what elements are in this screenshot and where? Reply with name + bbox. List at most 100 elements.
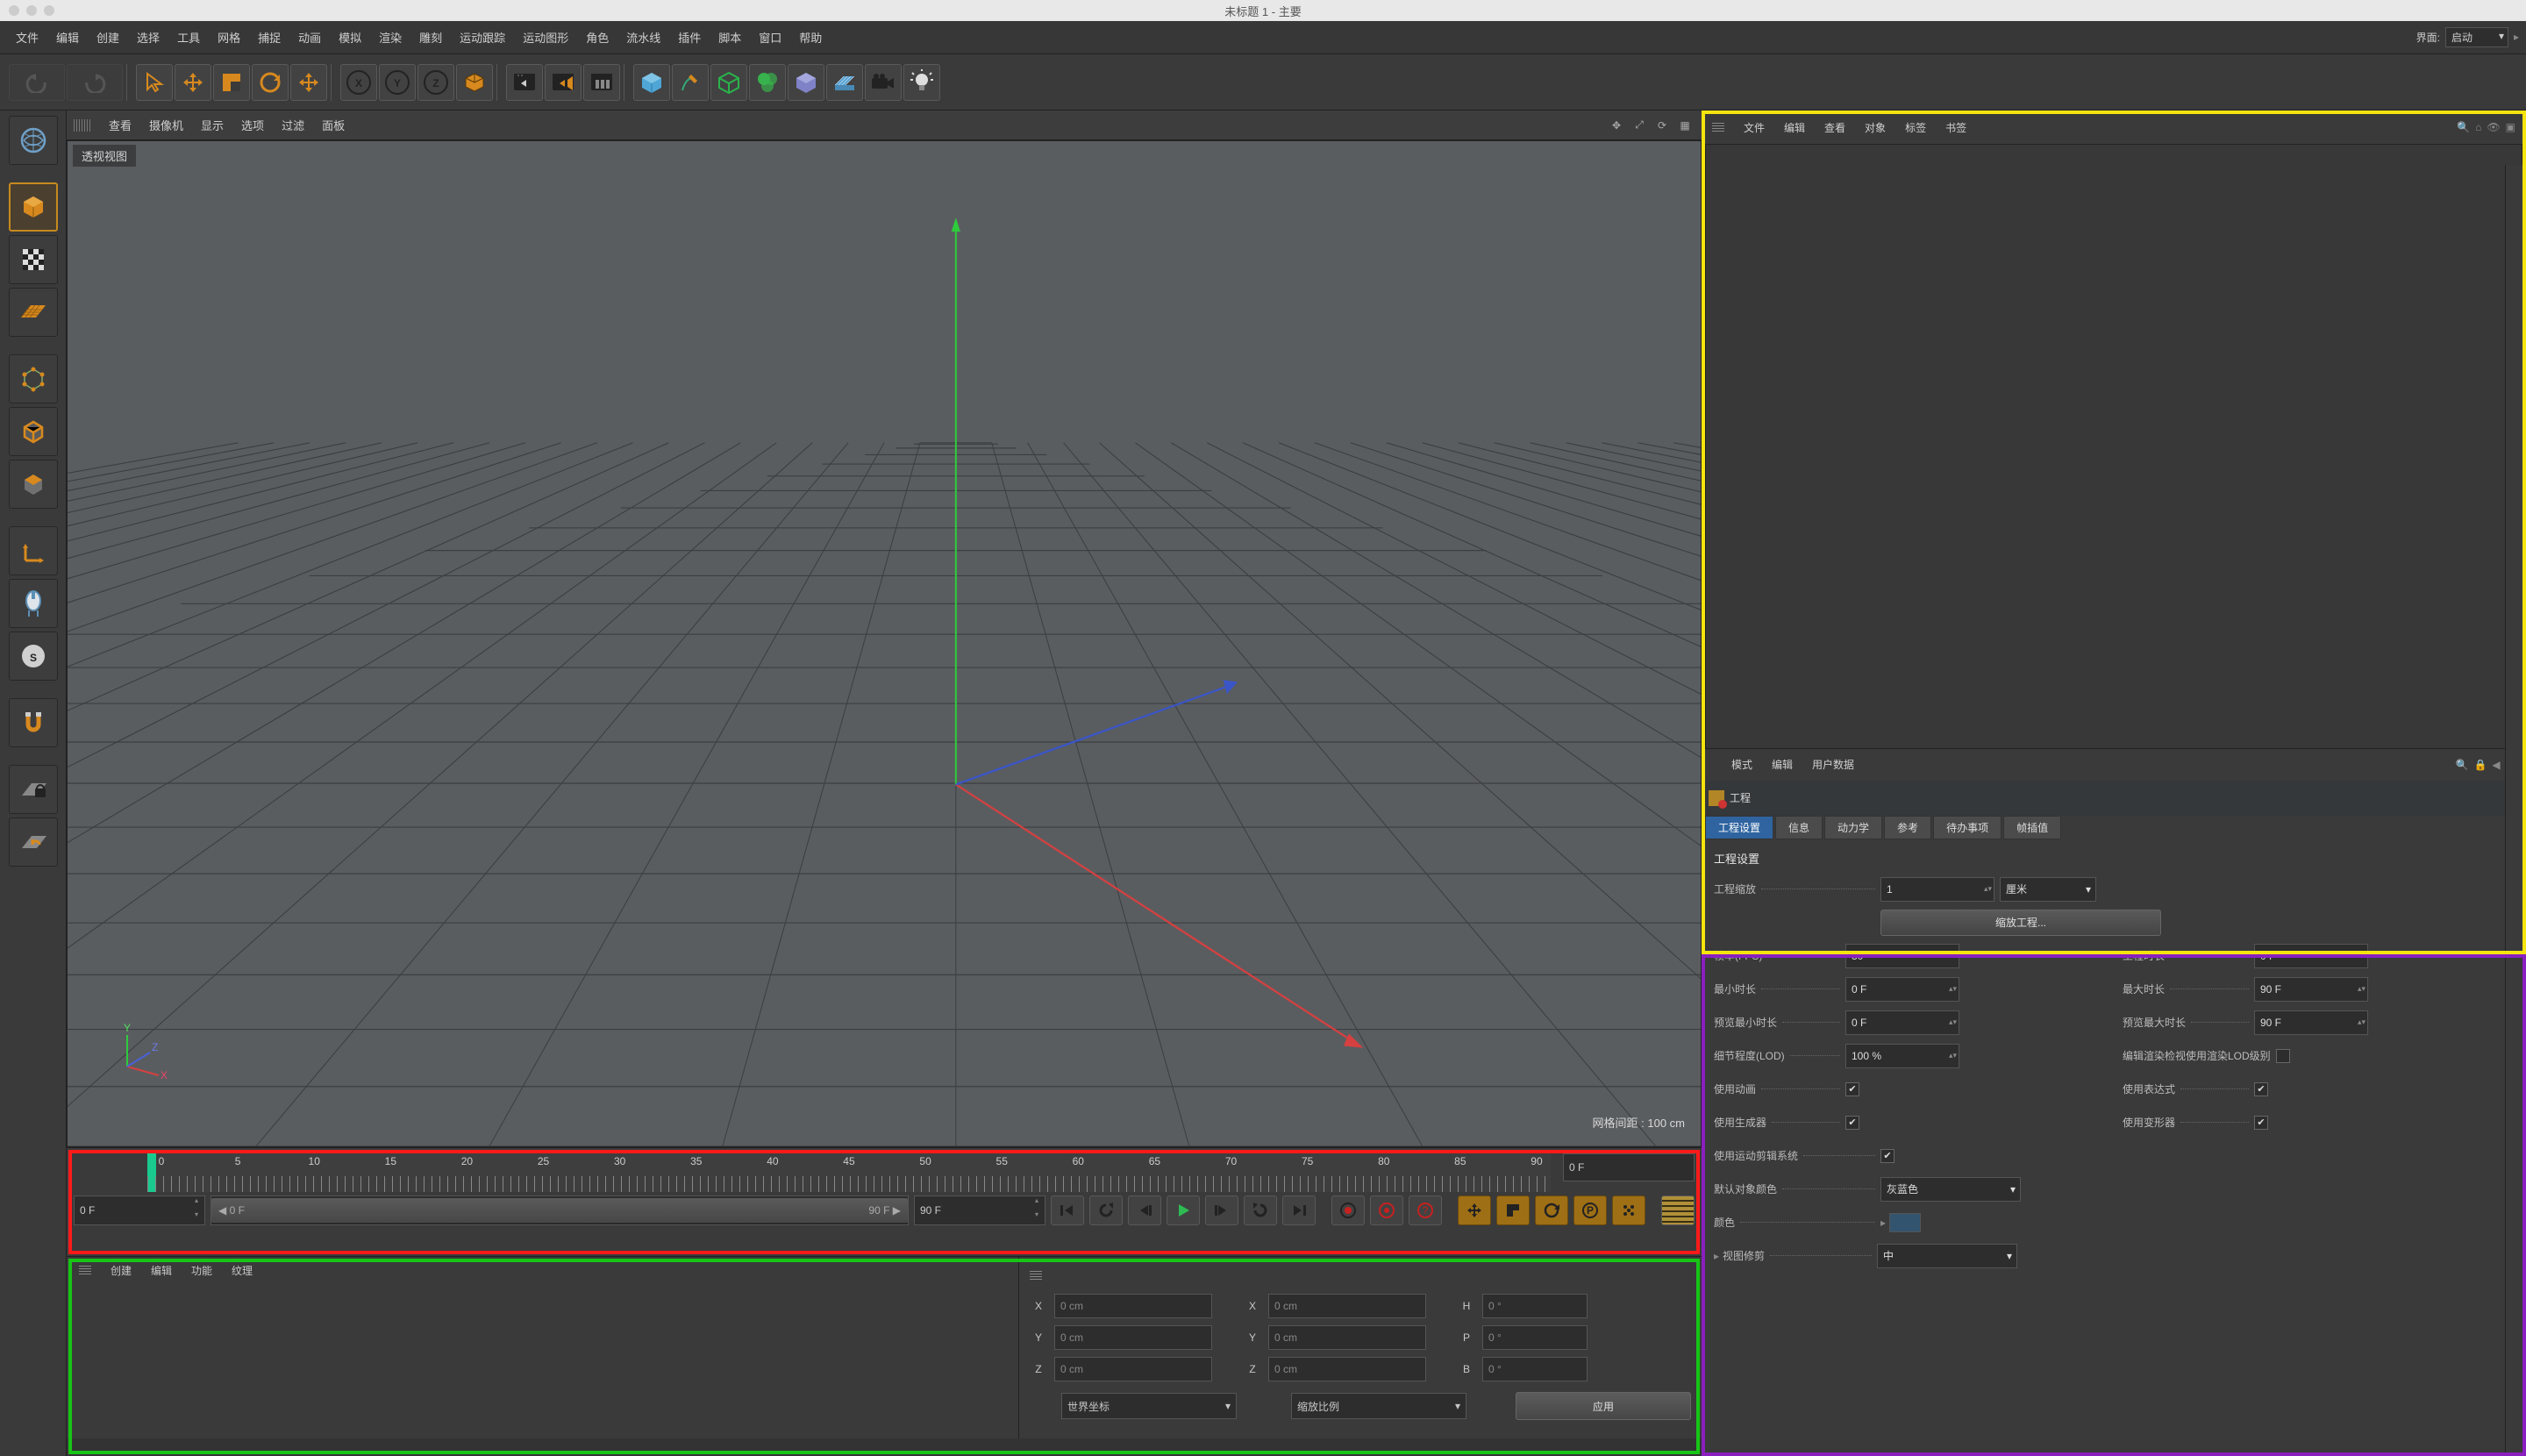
camera-menu[interactable] [865, 64, 902, 101]
back-icon[interactable]: ◀ [2492, 759, 2500, 771]
main-menu-item[interactable]: 文件 [7, 29, 47, 46]
model-mode-button[interactable] [9, 182, 58, 232]
tab-dynamics[interactable]: 动力学 [1824, 816, 1882, 839]
primitive-cube-menu[interactable] [633, 64, 670, 101]
mat-menu-create[interactable]: 创建 [111, 1263, 132, 1278]
key-rotation-button[interactable] [1535, 1195, 1568, 1225]
axis-z-toggle[interactable]: Z [417, 64, 454, 101]
polygon-mode-button[interactable] [9, 460, 58, 509]
om-menu-tags[interactable]: 标签 [1905, 120, 1926, 135]
point-mode-button[interactable] [9, 354, 58, 403]
search-icon[interactable]: 🔍 [2457, 121, 2470, 133]
render-lod-checkbox[interactable] [2276, 1049, 2290, 1063]
main-menu-item[interactable]: 帮助 [790, 29, 831, 46]
generator-menu[interactable] [710, 64, 747, 101]
axis-y-toggle[interactable]: Y [379, 64, 416, 101]
right-dock-strip[interactable] [2505, 165, 2526, 1456]
vp-menu-filter[interactable]: 过滤 [282, 117, 304, 133]
scale-tool[interactable] [213, 64, 250, 101]
main-menu-item[interactable]: 角色 [577, 29, 617, 46]
main-menu-item[interactable]: 选择 [128, 29, 168, 46]
main-menu-item[interactable]: 工具 [168, 29, 209, 46]
om-menu-bookmarks[interactable]: 书签 [1945, 120, 1966, 135]
current-frame-display[interactable]: 0 F [1563, 1153, 1695, 1181]
axis-mode-button[interactable] [9, 526, 58, 575]
main-menu-item[interactable]: 流水线 [617, 29, 669, 46]
fps-input[interactable]: 30▴▾ [1845, 944, 1959, 968]
main-menu-item[interactable]: 创建 [88, 29, 128, 46]
vp-menu-view[interactable]: 查看 [109, 117, 132, 133]
am-menu-edit[interactable]: 编辑 [1772, 757, 1793, 772]
size-y-input[interactable]: 0 cm [1268, 1325, 1426, 1350]
prev-frame-button[interactable] [1128, 1195, 1161, 1225]
color-swatch[interactable] [1889, 1213, 1921, 1232]
main-menu-item[interactable]: 动画 [289, 29, 330, 46]
coord-scale-mode-select[interactable]: 缩放比例 [1291, 1393, 1466, 1419]
floor-plane-menu[interactable] [826, 64, 863, 101]
workplane-snap-button[interactable] [9, 817, 58, 867]
deformer-menu[interactable] [749, 64, 786, 101]
max-time-input[interactable]: 90 F▴▾ [2254, 977, 2368, 1002]
play-button[interactable] [1167, 1195, 1200, 1225]
am-menu-mode[interactable]: 模式 [1731, 757, 1752, 772]
key-pla-button[interactable] [1612, 1195, 1645, 1225]
main-menu-item[interactable]: 编辑 [47, 29, 88, 46]
frame-start-input[interactable]: 0 F▴▾ [74, 1195, 205, 1225]
eye-icon[interactable]: 👁 [2487, 121, 2500, 133]
viewport-solo-button[interactable]: S [9, 632, 58, 681]
tab-todo[interactable]: 待办事项 [1933, 816, 2002, 839]
position-y-input[interactable]: 0 cm [1054, 1325, 1212, 1350]
om-menu-file[interactable]: 文件 [1744, 120, 1765, 135]
render-picture-viewer-button[interactable] [545, 64, 582, 101]
make-editable-button[interactable] [9, 116, 58, 165]
mat-menu-function[interactable]: 功能 [191, 1263, 212, 1278]
spline-pen-menu[interactable] [672, 64, 709, 101]
main-menu-item[interactable]: 渲染 [370, 29, 410, 46]
om-menu-view[interactable]: 查看 [1824, 120, 1845, 135]
vp-nav-zoom-icon[interactable]: ⤢ [1630, 116, 1649, 135]
position-z-input[interactable]: 0 cm [1054, 1357, 1212, 1381]
edge-mode-button[interactable] [9, 407, 58, 456]
project-scale-unit-select[interactable]: 厘米 [2000, 877, 2096, 902]
main-menu-item[interactable]: 网格 [209, 29, 249, 46]
expand-icon[interactable]: ▣ [2506, 121, 2515, 133]
size-z-input[interactable]: 0 cm [1268, 1357, 1426, 1381]
main-menu-item[interactable]: 运动跟踪 [451, 29, 514, 46]
window-traffic-lights[interactable] [9, 5, 54, 16]
coord-space-select[interactable]: 世界坐标 [1061, 1393, 1237, 1419]
main-menu-item[interactable]: 捕捉 [249, 29, 289, 46]
render-view-button[interactable] [506, 64, 543, 101]
vp-menu-options[interactable]: 选项 [241, 117, 264, 133]
light-menu[interactable] [903, 64, 940, 101]
size-x-input[interactable]: 0 cm [1268, 1294, 1426, 1318]
mat-menu-edit[interactable]: 编辑 [151, 1263, 172, 1278]
goto-end-button[interactable] [1282, 1195, 1316, 1225]
layout-next-icon[interactable]: ▸ [2514, 31, 2519, 43]
next-key-button[interactable] [1244, 1195, 1277, 1225]
view-clip-select[interactable]: 中 [1877, 1244, 2017, 1268]
min-time-input[interactable]: 0 F▴▾ [1845, 977, 1959, 1002]
apply-button[interactable]: 应用 [1516, 1392, 1691, 1420]
home-icon[interactable]: ⌂ [2475, 121, 2481, 133]
default-color-select[interactable]: 灰蓝色 [1880, 1177, 2021, 1202]
object-manager-tree[interactable] [1705, 144, 2522, 749]
project-duration-input[interactable]: 0 F▴▾ [2254, 944, 2368, 968]
live-select-tool[interactable] [136, 64, 173, 101]
frame-end-input[interactable]: 90 F▴▾ [914, 1195, 1045, 1225]
main-menu-item[interactable]: 插件 [669, 29, 710, 46]
render-settings-button[interactable] [583, 64, 620, 101]
main-menu-item[interactable]: 窗口 [750, 29, 790, 46]
make-preview-button[interactable] [1661, 1195, 1695, 1225]
vp-nav-pan-icon[interactable]: ✥ [1607, 116, 1626, 135]
environment-menu[interactable] [788, 64, 824, 101]
project-scale-input[interactable]: 1▴▾ [1880, 877, 1994, 902]
preview-min-input[interactable]: 0 F▴▾ [1845, 1010, 1959, 1035]
preview-max-input[interactable]: 90 F▴▾ [2254, 1010, 2368, 1035]
tab-project-settings[interactable]: 工程设置 [1705, 816, 1773, 839]
use-motion-system-checkbox[interactable]: ✔ [1880, 1149, 1894, 1163]
rotation-h-input[interactable]: 0 ° [1482, 1294, 1588, 1318]
position-x-input[interactable]: 0 cm [1054, 1294, 1212, 1318]
tweak-mode-button[interactable] [9, 579, 58, 628]
timeline-ruler[interactable]: 051015202530354045505560657075808590 [147, 1153, 1551, 1192]
mat-menu-texture[interactable]: 纹理 [232, 1263, 253, 1278]
